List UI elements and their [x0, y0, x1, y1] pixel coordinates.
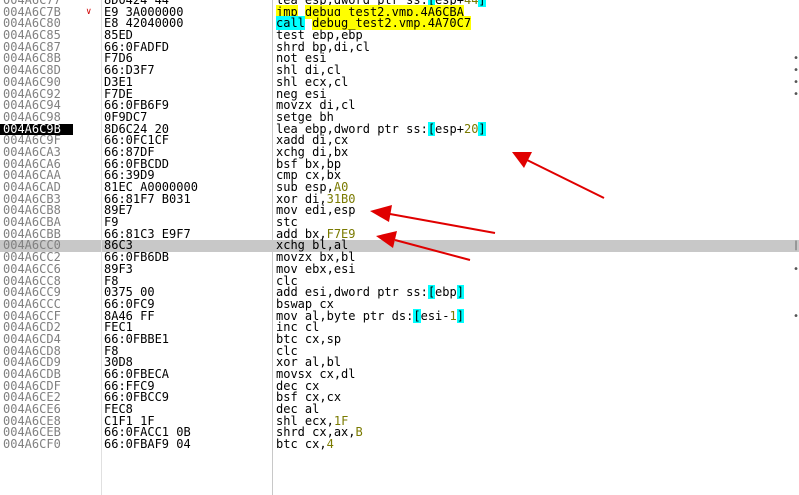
bracket: [: [413, 308, 421, 323]
register: cx: [326, 390, 342, 405]
row-marker-icon: •: [793, 53, 799, 65]
row-marker-icon: •: [793, 76, 799, 88]
operand-text: :: [420, 285, 428, 300]
operand-text: -: [442, 308, 450, 323]
operand-text: ,: [348, 39, 356, 54]
disasm-row[interactable]: 004A6CD4 66:0FBBE1 btc cx,sp: [0, 331, 799, 346]
disasm-row[interactable]: 004A6CC6 89F3 mov ebx,esi •: [0, 261, 799, 276]
register: edi: [304, 203, 327, 218]
register: cl: [341, 98, 356, 113]
row-marker-icon: |: [793, 240, 799, 252]
register: ebp: [435, 285, 457, 300]
bracket: ]: [456, 285, 464, 300]
register: di: [333, 39, 349, 54]
immediate: B: [355, 425, 363, 440]
operand-text: ,: [333, 367, 342, 381]
register: dl: [341, 367, 356, 381]
row-marker-icon: •: [793, 263, 799, 275]
operand-text: ss: [406, 285, 421, 300]
disasm-row[interactable]: 004A6CF0 66:0FBAF9 04 btc cx,4: [0, 437, 799, 452]
row-marker-icon: •: [793, 65, 799, 77]
address[interactable]: 004A6CF0: [0, 438, 73, 451]
row-marker-icon: •: [793, 88, 799, 100]
operand-text: ,: [326, 74, 334, 89]
operand-text: byte: [326, 308, 356, 323]
immediate: 1: [449, 308, 457, 323]
register: cx: [319, 367, 334, 381]
instruction[interactable]: btc cx,4: [276, 437, 334, 452]
operand-text: [356, 309, 363, 323]
operand-text: ds: [391, 308, 407, 323]
mnemonic: btc: [276, 437, 298, 452]
operand-text: ptr: [377, 285, 399, 300]
operand-text: ,: [319, 390, 327, 405]
disassembly-view[interactable]: 004A6C77 8D0424 44 lea esp,dword ptr ss:[e…: [0, 0, 799, 451]
register: sp: [326, 331, 342, 346]
jump-arrow-icon: ∨: [86, 6, 92, 17]
column-divider: [101, 0, 102, 495]
register: cl: [333, 74, 349, 89]
bracket: [: [427, 121, 436, 136]
register: cl: [355, 39, 370, 54]
register: esp: [435, 121, 457, 136]
row-marker-icon: •: [793, 310, 799, 322]
opcode-bytes: 66:0FBAF9 04: [104, 437, 191, 452]
operand-text: ss: [406, 121, 421, 136]
register: cx: [304, 437, 320, 452]
operand-text: ptr: [362, 308, 385, 323]
operand-text: :: [420, 121, 428, 136]
operand-text: ,: [319, 331, 327, 346]
operand-text: ,: [319, 308, 327, 323]
operand-text: ,: [348, 425, 356, 440]
operand-text: ,: [319, 437, 327, 452]
register: cx: [304, 331, 320, 346]
register: esp: [333, 203, 356, 218]
immediate: 20: [463, 121, 479, 136]
register: esi: [420, 308, 443, 323]
operand-text: ,: [326, 261, 334, 276]
operand-text: ,: [333, 98, 342, 113]
bracket: ]: [456, 308, 464, 323]
operand-text: ,: [326, 39, 334, 54]
disasm-row[interactable]: 004A6CB8 89E7 mov edi,esp: [0, 203, 799, 218]
operand-text: dword: [333, 285, 370, 300]
column-divider: [272, 0, 273, 495]
operand-text: [384, 309, 391, 323]
register: ebx: [304, 261, 327, 276]
bracket: [: [427, 285, 436, 300]
immediate: 4: [326, 437, 334, 452]
register: ax: [333, 425, 349, 440]
operand-text: ptr: [377, 121, 399, 136]
operand-text: ,: [326, 203, 334, 218]
bracket: ]: [478, 121, 486, 136]
operand-text: +: [456, 121, 464, 136]
register: esi: [333, 261, 356, 276]
